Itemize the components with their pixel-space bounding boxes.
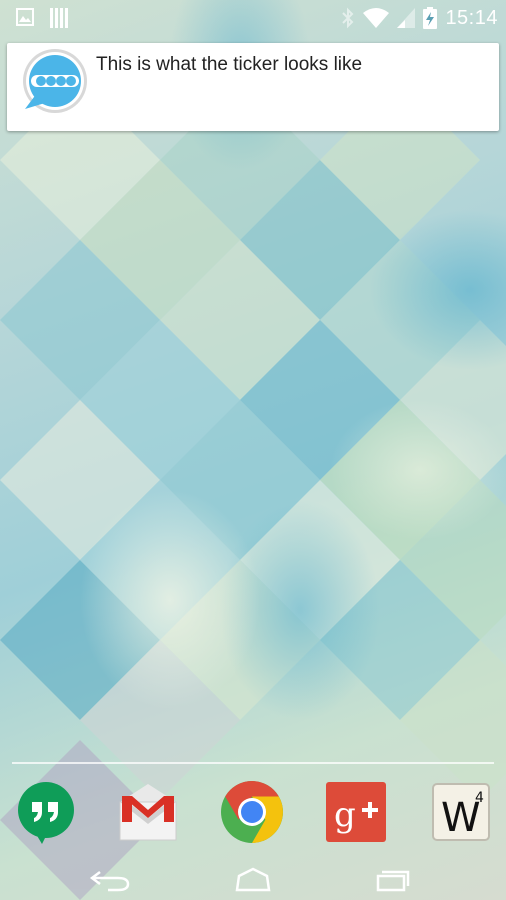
hangouts-icon[interactable] [12,778,80,846]
chrome-icon[interactable] [218,778,286,846]
dock-divider [12,762,494,764]
recents-icon[interactable] [370,864,418,894]
svg-text:4: 4 [475,790,484,806]
google-plus-icon[interactable]: g [322,778,390,846]
image-notification-icon [16,8,34,26]
back-icon[interactable] [88,864,136,894]
wifi-icon [363,8,390,28]
cell-signal-icon [397,8,416,28]
chat-bubble-app-icon [23,49,87,113]
home-icon[interactable] [229,864,277,894]
navigation-bar [0,856,506,900]
bluetooth-icon [342,7,354,29]
status-clock: 15:14 [445,6,498,29]
svg-text:g: g [334,795,356,835]
battery-charging-icon [423,7,438,29]
status-bar: 15:14 [0,0,506,36]
words-tile-icon[interactable]: W 4 [427,778,495,846]
gmail-icon[interactable] [114,778,182,846]
home-screen: 15:14 This is what the ticker looks like [0,0,506,900]
wallpaper [0,0,506,900]
notification-ticker[interactable]: This is what the ticker looks like [7,43,499,131]
barcode-notification-icon [50,8,68,28]
ticker-text: This is what the ticker looks like [96,54,363,75]
